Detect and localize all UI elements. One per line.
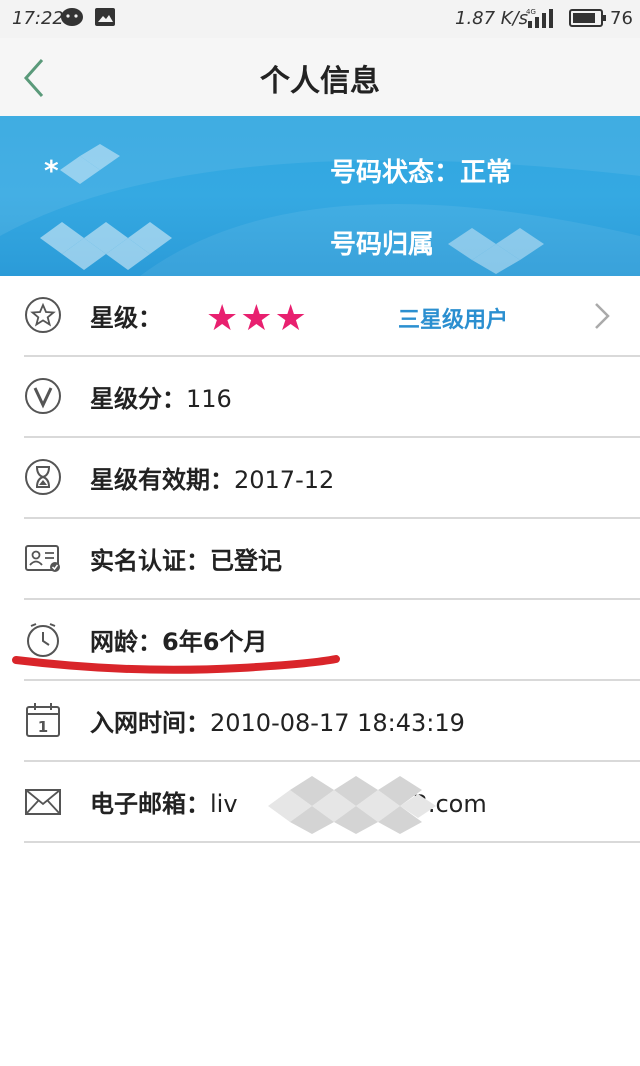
join-time-key: 入网时间：	[90, 709, 210, 737]
star-score-key: 星级分：	[90, 385, 186, 413]
hourglass-icon	[25, 459, 61, 495]
masked-name: *	[44, 154, 59, 187]
email-mosaic-mask	[268, 776, 436, 834]
battery-icon	[569, 9, 606, 27]
svg-text:1: 1	[38, 718, 48, 736]
star-validity-key: 星级有效期：	[90, 466, 234, 494]
real-name-label: 实名认证：已登记	[90, 541, 282, 576]
row-join-time: 1 入网时间：2010-08-17 18:43:19	[24, 681, 640, 762]
signal-icon: 4G	[526, 8, 553, 28]
join-time-label: 入网时间：2010-08-17 18:43:19	[90, 703, 465, 738]
number-location: 号码归属	[330, 230, 435, 260]
row-real-name: 实名认证：已登记	[24, 519, 640, 600]
status-bar: 17:22 1.87 K/s 4G 76	[0, 0, 640, 38]
banner-decoration	[0, 116, 640, 276]
star-level-text[interactable]: 三星级用户	[398, 302, 508, 334]
star-score-label: 星级分：116	[90, 379, 232, 414]
page-title: 个人信息	[260, 64, 380, 99]
row-email: 电子邮箱：liv 3.com	[24, 762, 640, 843]
star-validity-value: 2017-12	[234, 466, 335, 494]
star-level-label: 星级：	[90, 304, 162, 332]
v-circle-icon	[25, 378, 61, 414]
email-value-prefix: liv	[210, 790, 238, 818]
star-rating: ★★★	[206, 298, 309, 339]
star-score-value: 116	[186, 385, 232, 413]
email-key: 电子邮箱：	[90, 790, 210, 818]
wechat-icon	[61, 8, 83, 26]
real-name-key: 实名认证：	[90, 547, 210, 575]
info-list: 星级： ★★★ 三星级用户 星级分：116 星级有效期：2017-12 实名认证…	[0, 276, 640, 843]
calendar-icon: 1	[26, 703, 60, 737]
chevron-right-icon[interactable]	[590, 300, 614, 332]
number-status: 号码状态：正常	[330, 158, 513, 188]
real-name-value: 已登记	[210, 547, 282, 575]
join-time-value: 2010-08-17 18:43:19	[210, 709, 465, 737]
mail-icon	[25, 789, 61, 815]
image-notification-icon	[95, 8, 115, 26]
battery-level: 76	[610, 8, 633, 29]
row-star-level[interactable]: 星级： ★★★ 三星级用户	[24, 276, 640, 357]
network-type: 4G	[526, 8, 536, 16]
status-time: 17:22	[12, 8, 64, 29]
row-star-validity: 星级有效期：2017-12	[24, 438, 640, 519]
row-star-score: 星级分：116	[24, 357, 640, 438]
star-outline-icon	[25, 297, 61, 333]
profile-banner: * 号码状态：正常 号码归属	[0, 116, 640, 276]
title-bar: 个人信息	[0, 38, 640, 116]
star-validity-label: 星级有效期：2017-12	[90, 460, 334, 495]
id-card-icon	[25, 545, 60, 572]
network-speed: 1.87 K/s	[455, 8, 529, 29]
red-annotation-underline	[12, 655, 340, 674]
